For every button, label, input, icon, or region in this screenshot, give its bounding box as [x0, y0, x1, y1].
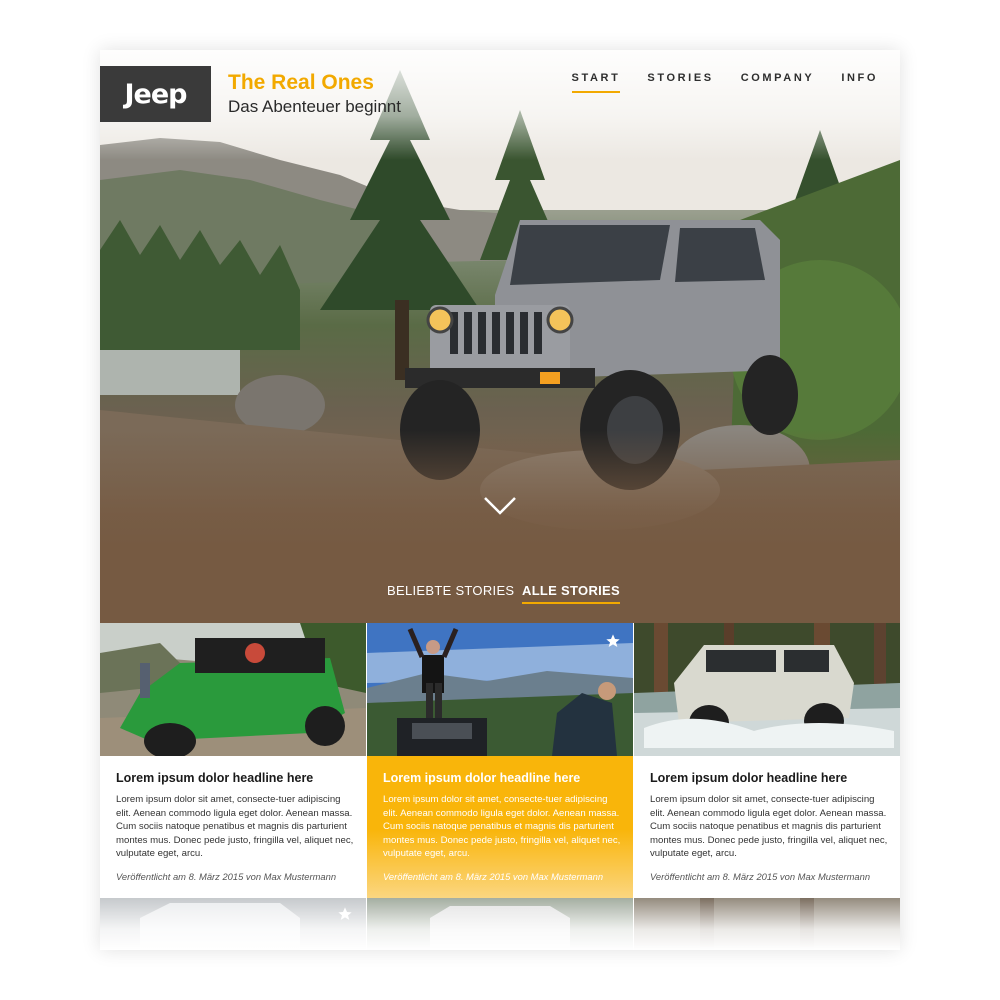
nav-item-company[interactable]: COMPANY [741, 70, 815, 93]
tab-alle-stories[interactable]: ALLE STORIES [522, 583, 620, 604]
story-meta: Veröffentlicht am 8. März 2015 von Max M… [116, 871, 337, 882]
nav-item-start[interactable]: START [571, 70, 621, 93]
page-frame: Jeep The Real Ones Das Abenteuer beginnt… [100, 50, 900, 950]
nav-item-info[interactable]: INFO [841, 70, 878, 93]
story-card-featured[interactable]: Lorem ipsum dolor headline here Lorem ip… [367, 623, 633, 898]
story-meta: Veröffentlicht am 8. März 2015 von Max M… [650, 871, 871, 882]
story-card[interactable]: Lorem ipsum dolor headline here Lorem ip… [634, 623, 900, 898]
story-excerpt: Lorem ipsum dolor sit amet, consecte-tue… [116, 794, 354, 859]
story-excerpt: Lorem ipsum dolor sit amet, consecte-tue… [650, 794, 888, 859]
story-cards: Lorem ipsum dolor headline here Lorem ip… [100, 623, 900, 898]
jeep-logo[interactable]: Jeep [100, 66, 211, 122]
story-meta: Veröffentlicht am 8. März 2015 von Max M… [383, 871, 604, 882]
logo-text: Jeep [124, 78, 188, 110]
story-cards-row-2 [100, 898, 900, 950]
site-title: The Real Ones [228, 71, 374, 94]
story-headline[interactable]: Lorem ipsum dolor headline here [383, 771, 623, 785]
featured-star-icon[interactable] [605, 633, 621, 649]
nav-item-stories[interactable]: STORIES [647, 70, 713, 93]
story-card-image[interactable] [634, 623, 900, 756]
tab-beliebte-stories[interactable]: BELIEBTE STORIES [387, 583, 514, 602]
hero-section: Jeep The Real Ones Das Abenteuer beginnt… [100, 50, 900, 550]
story-headline[interactable]: Lorem ipsum dolor headline here [116, 771, 356, 785]
story-headline[interactable]: Lorem ipsum dolor headline here [650, 771, 890, 785]
site-subtitle: Das Abenteuer beginnt [228, 97, 401, 116]
story-excerpt: Lorem ipsum dolor sit amet, consecte-tue… [383, 794, 621, 859]
stories-tabs: BELIEBTE STORIES ALLE STORIES [100, 550, 900, 623]
story-card-image[interactable] [367, 623, 633, 756]
main-nav: START STORIES COMPANY INFO [545, 70, 878, 93]
story-card[interactable]: Lorem ipsum dolor headline here Lorem ip… [100, 623, 366, 898]
story-card-image[interactable] [100, 623, 366, 756]
